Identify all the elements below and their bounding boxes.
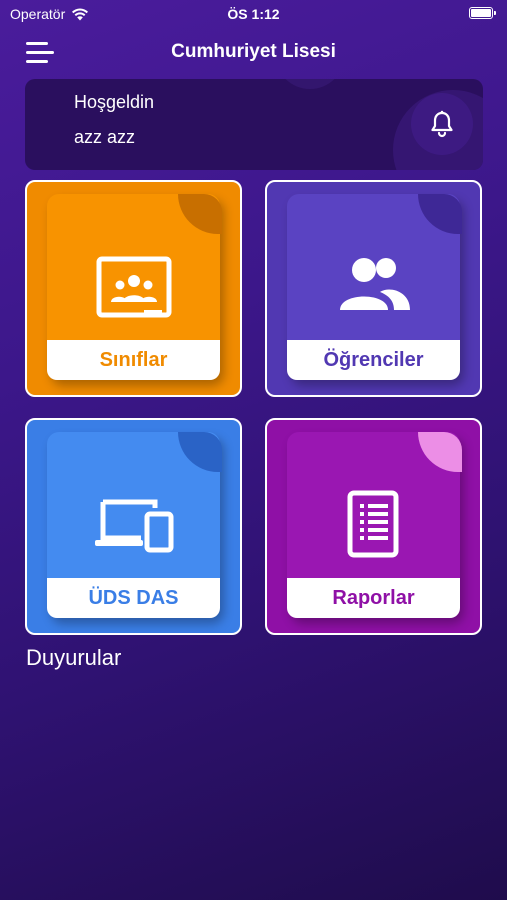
tile-classes-card: Sınıflar <box>47 194 222 380</box>
tile-classes-label: Sınıflar <box>47 340 220 380</box>
report-document-icon <box>347 490 398 558</box>
tile-uds-das[interactable]: ÜDS DAS <box>25 418 242 635</box>
users-icon <box>339 258 410 310</box>
welcome-greeting: Hoşgeldin <box>74 92 155 112</box>
bell-icon <box>431 110 453 138</box>
tile-students-label: Öğrenciler <box>287 340 460 380</box>
tile-corner-decoration <box>418 432 462 472</box>
tile-reports-label: Raporlar <box>287 578 460 618</box>
tile-corner-decoration <box>178 432 222 472</box>
notifications-button[interactable] <box>411 93 473 155</box>
tile-students-card: Öğrenciler <box>287 194 462 380</box>
tile-corner-decoration <box>178 194 222 234</box>
page-title: Cumhuriyet Lisesi <box>171 41 336 62</box>
tile-corner-decoration <box>418 194 462 234</box>
app-header: Cumhuriyet Lisesi <box>0 34 507 70</box>
tile-reports[interactable]: Raporlar <box>265 418 482 635</box>
tile-uds-das-label: ÜDS DAS <box>47 578 220 618</box>
status-bar: Operatör ÖS 1:12 <box>0 0 507 28</box>
announcements-title: Duyurular <box>26 645 122 670</box>
classroom-board-icon <box>96 256 171 318</box>
tile-classes[interactable]: Sınıflar <box>25 180 242 397</box>
tile-uds-das-card: ÜDS DAS <box>47 432 222 618</box>
tile-reports-card: Raporlar <box>287 432 462 618</box>
status-time: ÖS 1:12 <box>227 6 280 22</box>
welcome-user-name: azz azz <box>74 127 136 147</box>
welcome-card: Hoşgeldin azz azz <box>25 79 483 170</box>
battery-icon <box>469 7 496 19</box>
devices-icon <box>94 499 173 553</box>
tile-students[interactable]: Öğrenciler <box>265 180 482 397</box>
